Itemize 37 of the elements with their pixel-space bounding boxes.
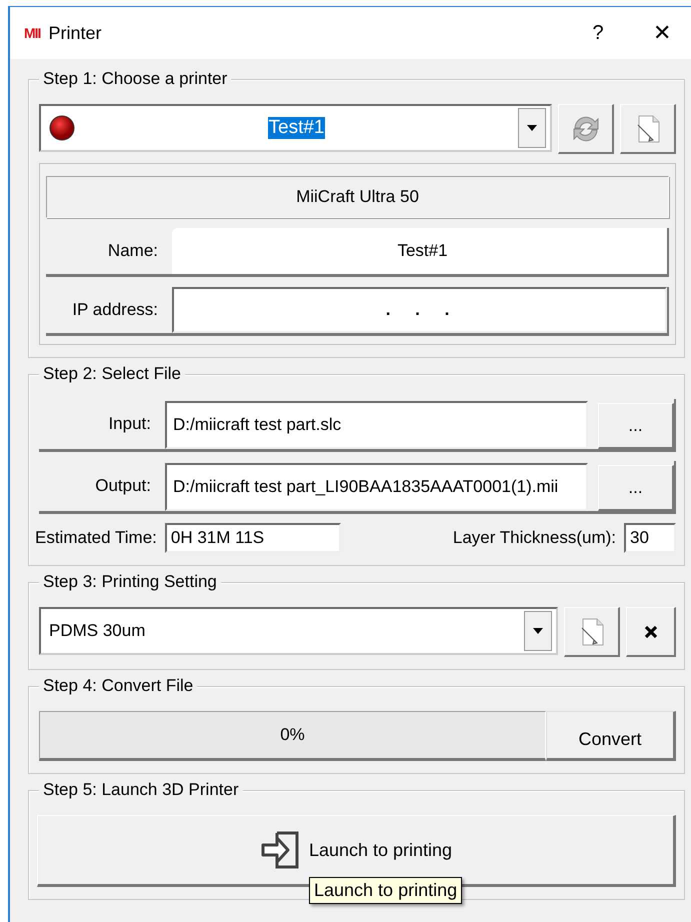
group-title: Step 4: Convert File [39,676,198,696]
browse-button[interactable]: ... [598,403,674,449]
output-file-field[interactable]: D:/miicraft test part_LI90BAA1835AAAT0001(1).mii [165,463,588,511]
status-light-icon [49,115,75,141]
printer-model: MiiCraft Ultra 50 [46,176,669,218]
window-title: Printer [48,22,102,44]
estimated-time-field[interactable]: 0H 31M 11S [164,523,341,553]
group-title: Step 5: Launch 3D Printer [39,780,243,800]
help-button[interactable]: ? [573,13,623,53]
tooltip: Launch to printing [309,877,462,904]
name-field[interactable]: Test#1 [172,228,667,274]
group-title: Step 1: Choose a printer [39,69,232,89]
caret-icon [526,125,537,131]
field-label: Output: [94,475,152,497]
layer-thickness-field[interactable]: 30 [624,523,676,553]
field-label: Estimated Time: [35,528,157,548]
refresh-button[interactable] [558,104,614,154]
browse-button[interactable]: ... [598,465,674,511]
progress-percent: 0% [280,725,305,745]
delete-button[interactable] [626,607,676,657]
setting-dropdown[interactable]: PDMS 30um [39,607,558,655]
field-label: IP address: [71,299,159,321]
close-button[interactable]: ✕ [637,13,687,53]
edit-button[interactable] [564,607,620,657]
field-label: Layer Thickness(um): [452,528,616,548]
field-label: Name: [106,240,159,262]
group-title: Step 2: Select File [39,364,185,384]
edit-button[interactable] [620,104,676,154]
input-file-field[interactable]: D:/miicraft test part.slc [165,401,588,449]
x-icon [644,624,658,638]
convert-button[interactable]: Convert [546,711,676,761]
group-title: Step 3: Printing Setting [39,572,221,592]
app-logo: MII [24,25,40,41]
printer-dropdown[interactable]: Test#1 [39,104,552,152]
ip-address-field[interactable]: . . . [172,287,667,333]
field-label: Input: [107,413,152,435]
caret-icon [533,628,543,634]
